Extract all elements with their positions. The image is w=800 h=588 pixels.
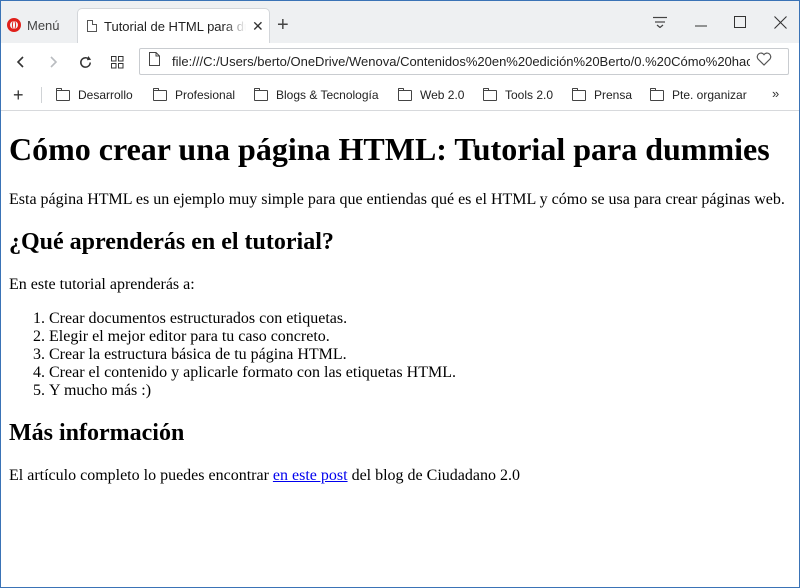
- folder-icon: [254, 88, 268, 101]
- bookmark-folder-blogs[interactable]: Blogs & Tecnología: [254, 87, 379, 103]
- outro-paragraph: El artículo completo lo puedes encontrar…: [9, 467, 520, 485]
- outro-text-before: El artículo completo lo puedes encontrar: [9, 467, 273, 484]
- folder-icon: [153, 88, 167, 101]
- tab-menu-icon[interactable]: [648, 11, 672, 33]
- back-icon[interactable]: [10, 51, 32, 73]
- folder-icon: [56, 88, 70, 101]
- bookmark-label: Desarrollo: [78, 88, 133, 102]
- bookmarks-divider: [41, 87, 42, 103]
- tab-title: Tutorial de HTML para dummies: [104, 18, 246, 34]
- minimize-icon[interactable]: [689, 11, 713, 33]
- bookmark-folder-prensa[interactable]: Prensa: [572, 87, 632, 103]
- tab-bar: Menú Tutorial de HTML para dummies ✕ +: [1, 1, 799, 43]
- bookmark-label: Blogs & Tecnología: [276, 88, 379, 102]
- folder-icon: [572, 88, 586, 101]
- list-item: Crear la estructura básica de tu página …: [49, 346, 456, 364]
- bookmark-folder-web20[interactable]: Web 2.0: [398, 87, 464, 103]
- more-bookmarks-icon[interactable]: »: [772, 86, 779, 101]
- list-item: Y mucho más :): [49, 382, 456, 400]
- add-bookmark-button[interactable]: +: [13, 85, 24, 105]
- document-icon: [87, 20, 97, 32]
- intro-paragraph: Esta página HTML es un ejemplo muy simpl…: [9, 191, 785, 208]
- browser-window: Menú Tutorial de HTML para dummies ✕ +: [0, 0, 800, 588]
- address-row: file:///C:/Users/berto/OneDrive/Wenova/C…: [1, 43, 799, 80]
- opera-logo-icon: [7, 18, 21, 32]
- url-text[interactable]: file:///C:/Users/berto/OneDrive/Wenova/C…: [172, 54, 750, 69]
- address-bar[interactable]: file:///C:/Users/berto/OneDrive/Wenova/C…: [139, 48, 789, 75]
- bookmark-folder-desarrollo[interactable]: Desarrollo: [56, 87, 133, 103]
- post-link[interactable]: en este post: [273, 467, 348, 484]
- speed-dial-grid-icon[interactable]: [106, 51, 128, 73]
- page-title: Cómo crear una página HTML: Tutorial par…: [9, 131, 770, 167]
- maximize-icon[interactable]: [728, 11, 752, 33]
- menu-label: Menú: [27, 17, 60, 33]
- forward-icon[interactable]: [42, 51, 64, 73]
- reload-icon[interactable]: [74, 51, 96, 73]
- bookmark-label: Prensa: [594, 88, 633, 102]
- section-heading-more-info: Más información: [9, 420, 185, 446]
- opera-menu-button[interactable]: Menú: [7, 15, 60, 35]
- list-item: Elegir el mejor editor para tu caso conc…: [49, 328, 456, 346]
- heart-icon[interactable]: [756, 52, 772, 71]
- bookmark-label: Web 2.0: [420, 88, 465, 102]
- outro-text-after: del blog de Ciudadano 2.0: [347, 467, 520, 484]
- close-window-icon[interactable]: [768, 11, 792, 33]
- page-content: Cómo crear una página HTML: Tutorial par…: [1, 111, 799, 587]
- page-info-icon[interactable]: [149, 52, 160, 71]
- learning-list: Crear documentos estructurados con etiqu…: [9, 310, 456, 400]
- section-heading-learn: ¿Qué aprenderás en el tutorial?: [9, 229, 334, 255]
- folder-icon: [650, 88, 664, 101]
- list-item: Crear el contenido y aplicarle formato c…: [49, 364, 456, 382]
- bookmark-label: Tools 2.0: [505, 88, 554, 102]
- tab-active[interactable]: Tutorial de HTML para dummies ✕: [78, 9, 269, 43]
- new-tab-button[interactable]: +: [277, 15, 289, 35]
- list-item: Crear documentos estructurados con etiqu…: [49, 310, 456, 328]
- folder-icon: [483, 88, 497, 101]
- bookmarks-bar: + Desarrollo Profesional Blogs & Tecnolo…: [1, 80, 799, 111]
- bookmark-folder-profesional[interactable]: Profesional: [153, 87, 235, 103]
- folder-icon: [398, 88, 412, 101]
- bookmark-folder-tools20[interactable]: Tools 2.0: [483, 87, 553, 103]
- bookmark-label: Pte. organizar: [672, 88, 747, 102]
- bookmark-folder-pte-organizar[interactable]: Pte. organizar: [650, 87, 747, 103]
- list-lead-text: En este tutorial aprenderás a:: [9, 276, 195, 293]
- close-tab-icon[interactable]: ✕: [252, 19, 264, 33]
- bookmark-label: Profesional: [175, 88, 236, 102]
